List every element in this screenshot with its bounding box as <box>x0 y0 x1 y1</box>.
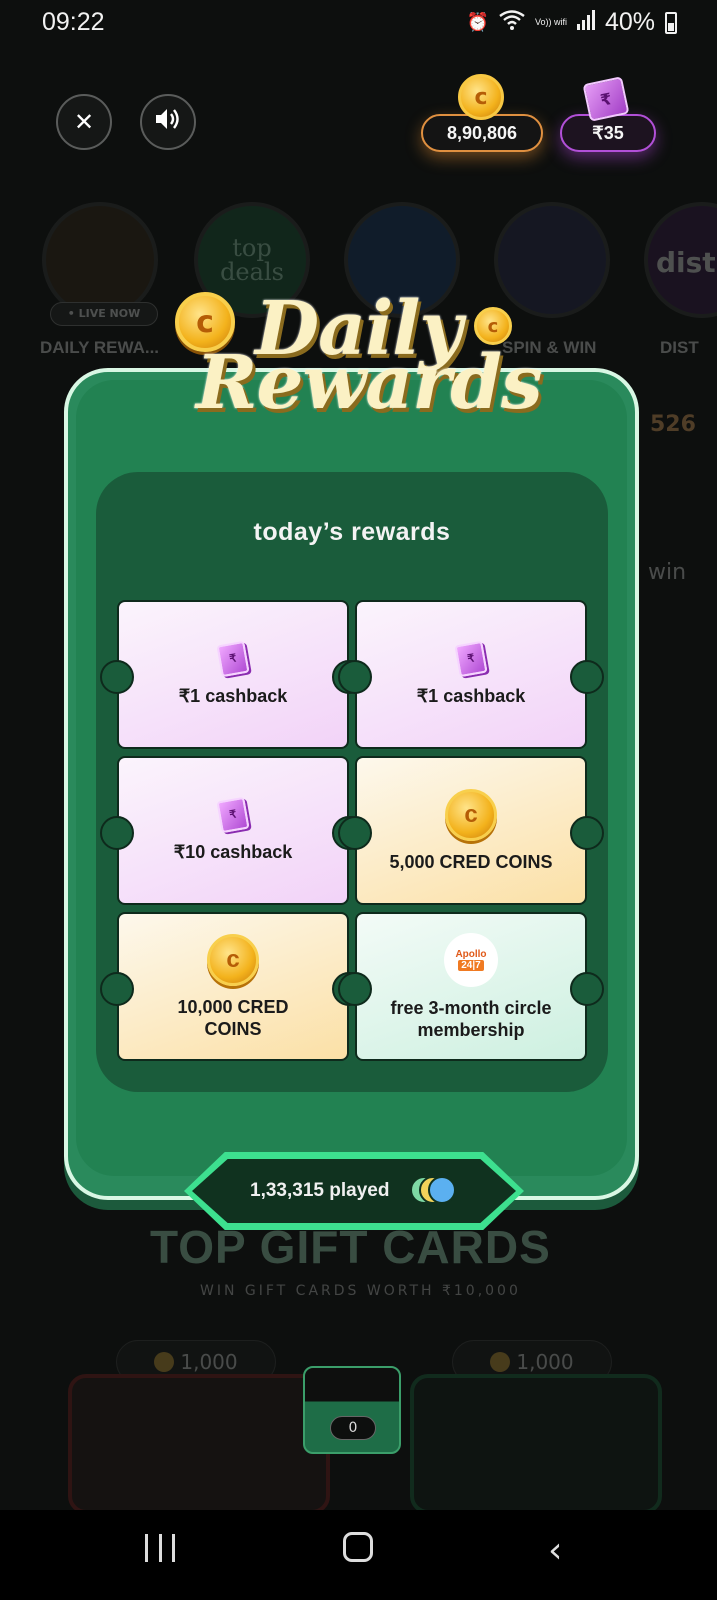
gift-card-right[interactable] <box>410 1374 662 1514</box>
back-button[interactable]: ‹ <box>548 1530 562 1571</box>
ticket-notch <box>338 660 372 694</box>
battery-percent: 40% <box>604 8 655 36</box>
reward-label: 5,000 CRED COINS <box>389 851 553 872</box>
reward-ticket: ₹ ₹1 cashback <box>338 600 604 749</box>
alarm-icon: ⏰ <box>466 12 489 32</box>
home-button[interactable] <box>343 1532 373 1562</box>
coin-icon <box>154 1352 175 1372</box>
logo-rewards: Rewards <box>196 340 543 426</box>
sound-button[interactable] <box>140 94 196 150</box>
tile-label-dist: DIST <box>660 338 699 357</box>
cashback-icon: ₹ <box>216 640 250 677</box>
tile-label-daily-rewards: DAILY REWA... <box>40 338 160 357</box>
reward-label: ₹10 cashback <box>173 841 293 862</box>
ticket-notch <box>100 972 134 1006</box>
battery-icon <box>665 11 677 34</box>
reward-ticket: c 5,000 CRED COINS <box>338 756 604 905</box>
spin-and-win-tile[interactable] <box>494 202 610 318</box>
coin-icon <box>490 1352 511 1372</box>
reward-label: free 3-month circle membership <box>390 997 552 1040</box>
ticket-notch <box>100 660 134 694</box>
signal-icon <box>576 9 595 36</box>
counter-value: 0 <box>330 1416 376 1440</box>
ticket-notch <box>570 816 604 850</box>
speaker-icon <box>154 107 182 137</box>
close-icon: ✕ <box>73 108 95 136</box>
dist-logo: dist <box>656 246 716 279</box>
gift-card-left[interactable] <box>68 1374 330 1514</box>
player-avatars <box>410 1176 456 1204</box>
reward-label: ₹1 cashback <box>178 685 288 706</box>
daily-rewards-tile[interactable] <box>42 202 158 318</box>
side-count: 526 <box>650 412 696 437</box>
reward-label: ₹1 cashback <box>416 685 526 706</box>
cred-coin-icon: c <box>207 933 259 986</box>
reward-ticket: Apollo 24|7 free 3-month circle membershi… <box>338 912 604 1061</box>
reward-ticket: ₹ ₹10 cashback <box>100 756 366 905</box>
status-time: 09:22 <box>42 8 105 36</box>
avatar <box>428 1176 456 1204</box>
panel-title: today’s rewards <box>253 518 451 546</box>
top-gift-cards-subtitle: WIN GIFT CARDS WORTH ₹10,000 <box>200 1283 521 1299</box>
played-count: 1,33,315 played <box>250 1180 390 1201</box>
wifi-icon <box>499 10 525 35</box>
recents-button[interactable] <box>145 1534 175 1562</box>
reward-ticket: ₹ ₹1 cashback <box>100 600 366 749</box>
cashback-icon: ₹ <box>216 796 250 833</box>
close-button[interactable]: ✕ <box>56 94 112 150</box>
cashback-icon: ₹ <box>454 640 488 677</box>
ticket-notch <box>338 972 372 1006</box>
live-now-badge: • LIVE NOW <box>50 302 158 326</box>
reward-ticket: c 10,000 CRED COINS <box>100 912 366 1061</box>
navigation-bar: ‹ <box>0 1510 717 1600</box>
apollo-247-icon: Apollo 24|7 <box>444 932 498 987</box>
ticket-notch <box>570 972 604 1006</box>
ticket-notch <box>100 816 134 850</box>
top-deals-logo: top deals <box>220 234 284 286</box>
status-bar: 09:22 ⏰ Vo)) wifi 40% <box>0 0 717 48</box>
cashback-icon: ₹ <box>582 76 630 122</box>
reward-label: 10,000 CRED COINS <box>177 996 289 1039</box>
cash-balance[interactable]: ₹35 <box>560 114 656 152</box>
volte-wifi-icon: Vo)) wifi <box>534 17 567 27</box>
cred-coin-icon: c <box>458 74 504 120</box>
ticket-notch <box>338 816 372 850</box>
cred-coin-icon: c <box>445 788 497 841</box>
ticket-notch <box>570 660 604 694</box>
dist-tile[interactable]: dist <box>644 202 717 318</box>
counter-box: 0 <box>303 1366 401 1454</box>
status-icons: ⏰ Vo)) wifi 40% <box>467 8 677 37</box>
side-text-win: win <box>648 560 687 585</box>
